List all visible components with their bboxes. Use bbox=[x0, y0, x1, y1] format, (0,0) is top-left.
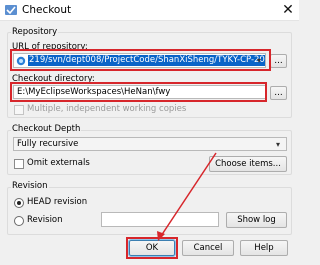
annotation-arrow bbox=[157, 152, 217, 241]
